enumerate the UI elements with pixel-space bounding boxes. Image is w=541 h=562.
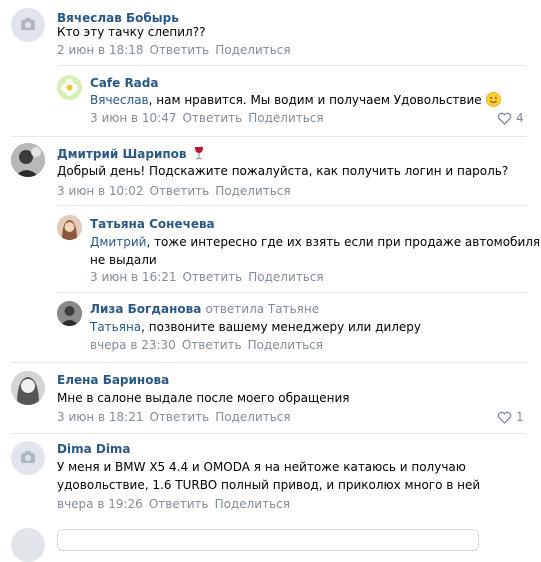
reply-button[interactable]: Ответить [182, 270, 242, 284]
user-photo-icon [11, 143, 45, 177]
comment-text-line2: удовольствие, 1.6 TURBO полный привод, и… [57, 478, 481, 492]
comment-text: Дмитрий, тоже интересно где их взять есл… [90, 233, 540, 269]
comment-text: Мне в салоне выдале после моего обращени… [57, 391, 350, 405]
mention-link[interactable]: Дмитрий [90, 235, 146, 249]
reply-button[interactable]: Ответить [149, 184, 209, 198]
share-button[interactable]: Поделиться [215, 184, 290, 198]
comment-meta: 3 июн в 18:21 Ответить Поделиться [57, 410, 297, 424]
comment-date[interactable]: 3 июн в 16:21 [90, 270, 176, 284]
share-button[interactable]: Поделиться [248, 270, 323, 284]
divider [11, 136, 527, 137]
comment-date[interactable]: 3 июн в 10:47 [90, 111, 176, 125]
reply-button[interactable]: Ответить [149, 43, 209, 57]
reply-button[interactable]: Ответить [182, 338, 242, 352]
avatar-elena[interactable] [11, 371, 45, 405]
flower-icon [57, 75, 82, 100]
avatar-tatyana[interactable] [57, 215, 82, 240]
comment-author[interactable]: Татьяна Сонечева [90, 217, 215, 231]
like-button[interactable]: 1 [497, 410, 524, 424]
share-button[interactable]: Поделиться [248, 338, 323, 352]
divider [57, 205, 527, 206]
comment-text-line1: , тоже интересно где их взять если при п… [146, 235, 541, 249]
comment-author[interactable]: Cafe Rada [90, 76, 158, 90]
like-count: 4 [516, 111, 524, 125]
divider [11, 362, 527, 363]
avatar-current-user[interactable] [11, 528, 45, 562]
avatar-placeholder-camera[interactable] [11, 441, 45, 475]
avatar-cafe-rada[interactable] [57, 75, 82, 100]
comment-text: У меня и BMW X5 4.4 и OMODA я на нейтоже… [57, 458, 480, 494]
divider [11, 433, 527, 434]
comment-date[interactable]: 3 июн в 10:02 [57, 184, 143, 198]
comment-date[interactable]: вчера в 19:26 [57, 497, 143, 511]
avatar-placeholder-camera[interactable] [11, 8, 45, 42]
comment-text: Кто эту тачку слепил?? [57, 25, 206, 39]
comment-text-line1: У меня и BMW X5 4.4 и OMODA я на нейтоже… [57, 460, 466, 474]
comment-text: Татьяна, позвоните вашему менеджеру или … [90, 318, 421, 336]
avatar-dmitry[interactable] [11, 143, 45, 177]
comment-date[interactable]: вчера в 23:30 [90, 338, 176, 352]
reply-button[interactable]: Ответить [182, 111, 242, 125]
share-button[interactable]: Поделиться [248, 111, 323, 125]
comment-text-body: , нам нравится. Мы водим и получаем Удов… [148, 93, 482, 107]
comment-date[interactable]: 3 июн в 18:21 [57, 410, 143, 424]
heart-icon [497, 411, 512, 424]
share-button[interactable]: Поделиться [215, 43, 290, 57]
reply-button[interactable]: Ответить [149, 410, 209, 424]
comment-meta: вчера в 23:30 Ответить Поделиться [90, 338, 329, 352]
mention-link[interactable]: Татьяна [90, 320, 141, 334]
smile-emoji-icon [485, 92, 501, 107]
comment-text: Вячеслав, нам нравится. Мы водим и получ… [90, 91, 501, 109]
comment-author[interactable]: Dima Dima [57, 442, 131, 456]
reply-to-label[interactable]: ответила Татьяне [206, 302, 320, 316]
comment-meta: 3 июн в 10:47 Ответить Поделиться [90, 111, 330, 125]
mention-link[interactable]: Вячеслав [90, 93, 149, 107]
comment-meta: 2 июн в 18:18 Ответить Поделиться [57, 43, 297, 57]
camera-icon [21, 18, 35, 30]
comment-meta: 3 июн в 16:21 Ответить Поделиться [90, 270, 330, 284]
comment-meta: вчера в 19:26 Ответить Поделиться [57, 497, 296, 511]
comment-text: Добрый день! Подскажите пожалуйста, как … [57, 164, 509, 178]
comment-text-body: , позвоните вашему менеджеру или дилеру [141, 320, 422, 334]
avatar-liza[interactable] [57, 301, 82, 326]
like-count: 1 [516, 410, 524, 424]
author-name[interactable]: Дмитрий Шарипов [57, 147, 187, 161]
share-button[interactable]: Поделиться [215, 497, 290, 511]
user-photo-icon [11, 371, 45, 405]
heart-icon [497, 112, 512, 125]
comment-date[interactable]: 2 июн в 18:18 [57, 43, 143, 57]
user-photo-icon [57, 215, 82, 240]
wine-glass-icon [194, 147, 203, 160]
divider [57, 292, 527, 293]
comment-author[interactable]: Лиза Богданова ответила Татьяне [90, 302, 319, 316]
divider [57, 65, 527, 66]
comment-meta: 3 июн в 10:02 Ответить Поделиться [57, 184, 297, 198]
comment-author[interactable]: Елена Баринова [57, 373, 169, 387]
reply-button[interactable]: Ответить [149, 497, 209, 511]
comment-input[interactable] [57, 529, 479, 551]
comment-text-line2: не выдали [90, 253, 157, 267]
comment-author[interactable]: Дмитрий Шарипов [57, 146, 205, 161]
share-button[interactable]: Поделиться [215, 410, 290, 424]
user-photo-icon [57, 301, 82, 326]
like-button[interactable]: 4 [497, 111, 524, 125]
camera-icon [21, 451, 35, 463]
author-name[interactable]: Лиза Богданова [90, 302, 201, 316]
